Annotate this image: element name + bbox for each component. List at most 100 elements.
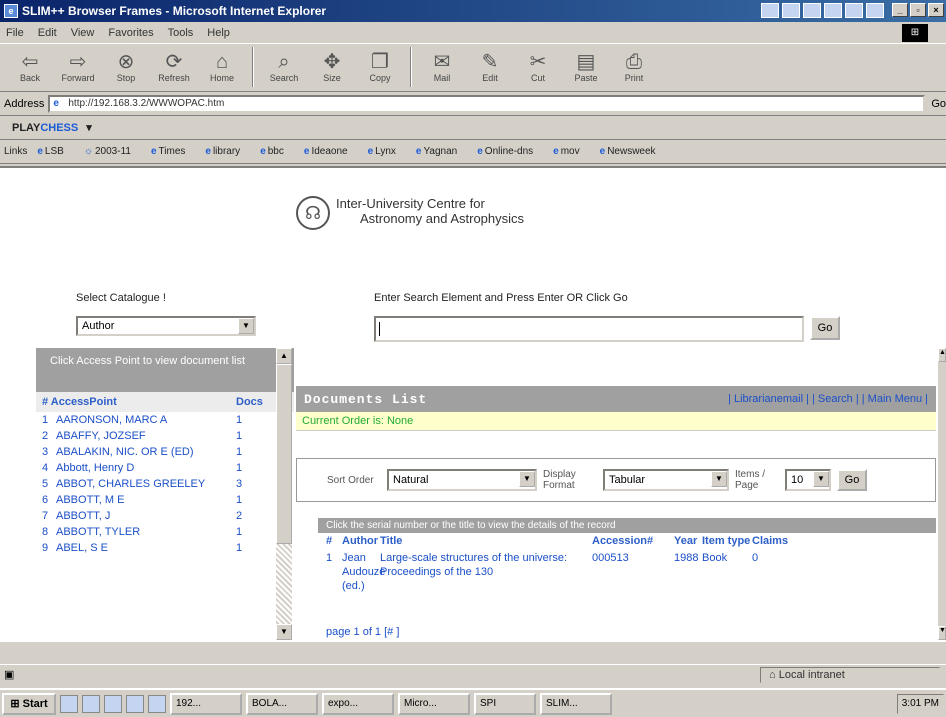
search-input[interactable] (374, 316, 804, 342)
link-item[interactable]: e Times (151, 146, 195, 157)
link-item[interactable]: e Lynx (368, 146, 406, 157)
home-button[interactable]: ⌂ Home (198, 44, 246, 90)
list-go-button[interactable]: Go (837, 469, 867, 491)
taskbar-task[interactable]: SPI (474, 692, 536, 715)
taskbar-task[interactable]: BOLA... (246, 692, 318, 715)
scroll-up-icon[interactable]: ▲ (276, 348, 292, 364)
link-item[interactable]: e bbc (260, 146, 294, 157)
close-button[interactable]: × (928, 3, 944, 17)
link-item[interactable]: e Newsweek (600, 146, 666, 157)
menu-favorites[interactable]: Favorites (108, 27, 153, 39)
main-scrollbar[interactable]: ▲ ▼ (938, 348, 946, 640)
playchess-chess[interactable]: CHESS (40, 122, 78, 134)
menu-help[interactable]: Help (207, 27, 230, 39)
cut-button[interactable]: ✂ Cut (514, 44, 562, 90)
link-item[interactable]: ☼ 2003-11 (84, 146, 141, 157)
link-item[interactable]: e LSB (37, 146, 73, 157)
tray-icon-4[interactable] (824, 3, 842, 18)
pager[interactable]: page 1 of 1 [# ] (326, 626, 399, 638)
tray-icon-5[interactable] (845, 3, 863, 18)
menu-file[interactable]: File (6, 27, 24, 39)
chevron-down-icon[interactable]: ▾ (86, 121, 92, 134)
playchess-play[interactable]: PLAY (12, 122, 40, 134)
documents-nav-links[interactable]: | Librarianemail | | Search | | Main Men… (728, 393, 928, 405)
list-item[interactable]: 7 ABBOTT, J2 (36, 508, 294, 524)
link-item[interactable]: e Online-dns (477, 146, 543, 157)
taskbar-task[interactable]: 192... (170, 692, 242, 715)
quicklaunch-icon[interactable] (82, 694, 100, 713)
start-button[interactable]: ⊞ Start (2, 692, 56, 715)
tray-icon-2[interactable] (782, 3, 800, 18)
documents-header: Documents List | Librarianemail | | Sear… (296, 386, 936, 412)
size-button[interactable]: ✥ Size (308, 44, 356, 90)
row-title-link[interactable]: Large-scale structures of the universe: … (380, 551, 592, 593)
menu-view[interactable]: View (71, 27, 95, 39)
quicklaunch-icon[interactable] (104, 694, 122, 713)
stop-button[interactable]: ⊗ Stop (102, 44, 150, 90)
row-serial-link[interactable]: 1 (326, 551, 342, 593)
chevron-down-icon[interactable]: ▼ (813, 471, 829, 487)
row-author: Jean Audouze (ed.) (342, 552, 386, 592)
list-item[interactable]: 2 ABAFFY, JOZSEF 1 (36, 428, 294, 444)
results-instructions: Click the serial number or the title to … (318, 518, 936, 533)
list-item[interactable]: 1 AARONSON, MARC A1 (36, 412, 294, 428)
copy-button[interactable]: ❐ Copy (356, 44, 404, 90)
list-item[interactable]: 8 ABBOTT, TYLER 1 (36, 524, 294, 540)
chevron-down-icon[interactable]: ▼ (238, 318, 254, 334)
tray-icon-3[interactable] (803, 3, 821, 18)
back-button[interactable]: ⇦ Back (6, 44, 54, 90)
chevron-down-icon[interactable]: ▼ (519, 471, 535, 487)
left-scrollbar[interactable]: ▲ ▼ (276, 348, 292, 640)
link-item[interactable]: e library (205, 146, 250, 157)
mail-button[interactable]: ✉ Mail (418, 44, 466, 90)
refresh-button[interactable]: ⟳ Refresh (150, 44, 198, 90)
quicklaunch-icon[interactable] (126, 694, 144, 713)
maximize-button[interactable]: ▫ (910, 3, 926, 17)
sort-order-select[interactable]: Natural ▼ (387, 469, 537, 491)
address-go-button[interactable]: Go (931, 98, 946, 110)
scroll-thumb[interactable] (276, 364, 292, 544)
catalogue-select[interactable]: Author ▼ (76, 316, 256, 336)
tray-icon-6[interactable] (866, 3, 884, 18)
edit-icon: ✎ (481, 51, 499, 73)
access-point-list: 1 AARONSON, MARC A1 2 ABAFFY, JOZSEF 1 3 ABA… (36, 412, 294, 556)
scroll-down-icon[interactable]: ▼ (938, 626, 946, 640)
menu-edit[interactable]: Edit (38, 27, 57, 39)
print-button[interactable]: ⎙ Print (610, 44, 658, 90)
taskbar-task[interactable]: SLIM... (540, 692, 612, 715)
playchess-toolbar: PLAY CHESS ▾ (0, 116, 946, 140)
taskbar-task[interactable]: Micro... (398, 692, 470, 715)
list-item[interactable]: 4 Abbott, Henry D1 (36, 460, 294, 476)
minimize-button[interactable]: _ (892, 3, 908, 17)
items-per-page-select[interactable]: 10 ▼ (785, 469, 831, 491)
list-item[interactable]: 9 ABEL, S E1 (36, 540, 294, 556)
stop-icon: ⊗ (117, 51, 135, 73)
forward-button[interactable]: ⇨ Forward (54, 44, 102, 90)
quicklaunch-icon[interactable] (60, 694, 78, 713)
scroll-down-icon[interactable]: ▼ (276, 624, 292, 640)
search-go-button[interactable]: Go (810, 316, 840, 340)
edit-button[interactable]: ✎ Edit (466, 44, 514, 90)
chevron-down-icon[interactable]: ▼ (711, 471, 727, 487)
address-input[interactable]: http://192.168.3.2/WWWOPAC.htm (48, 94, 926, 113)
display-format-select[interactable]: Tabular ▼ (603, 469, 729, 491)
link-item[interactable]: e Ideaone (304, 146, 358, 157)
toolbar: ⇦ Back ⇨ Forward ⊗ Stop ⟳ Refresh ⌂ Home ⌕ Sea… (0, 44, 946, 92)
scroll-up-icon[interactable]: ▲ (938, 348, 946, 362)
search-button[interactable]: ⌕ Search (260, 44, 308, 90)
taskbar-task[interactable]: expo... (322, 692, 394, 715)
link-item[interactable]: e Yagnan (416, 146, 467, 157)
tray-icon-1[interactable] (761, 3, 779, 18)
access-point-column-header: # AccessPoint (42, 396, 117, 408)
access-point-header: # AccessPoint Docs (36, 392, 294, 412)
list-item[interactable]: 6 ABBOTT, M E1 (36, 492, 294, 508)
paste-button[interactable]: ▤ Paste (562, 44, 610, 90)
quicklaunch-icon[interactable] (148, 694, 166, 713)
list-item[interactable]: 3 ABALAKIN, NIC. OR E (ED) 1 (36, 444, 294, 460)
refresh-icon: ⟳ (165, 51, 183, 73)
address-bar: Address http://192.168.3.2/WWWOPAC.htm G… (0, 92, 946, 116)
list-item[interactable]: 5 ABBOT, CHARLES GREELEY 3 (36, 476, 294, 492)
link-item[interactable]: e mov (553, 146, 589, 157)
size-icon: ✥ (323, 51, 341, 73)
menu-tools[interactable]: Tools (168, 27, 194, 39)
